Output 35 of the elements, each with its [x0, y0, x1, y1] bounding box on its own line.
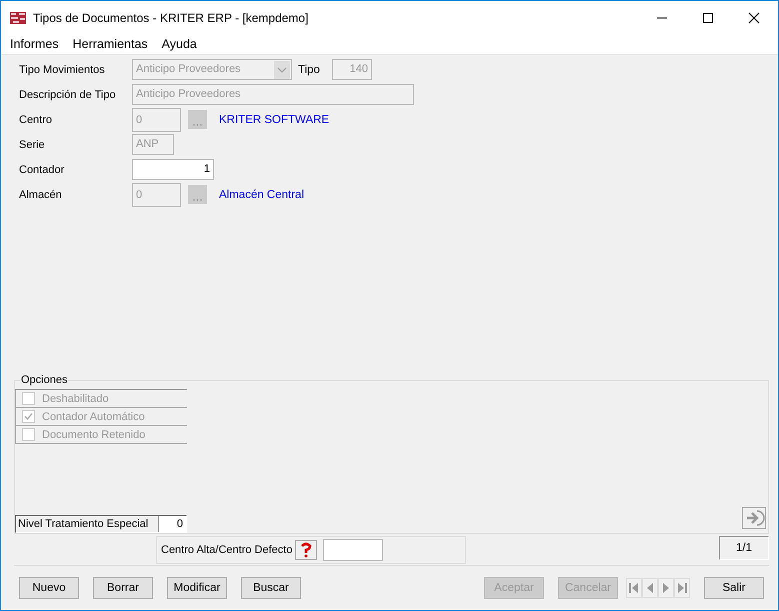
field-label: Tipo [298, 64, 320, 76]
field-label: Contador [19, 164, 66, 176]
last-record-icon[interactable] [674, 578, 690, 598]
field-label: Serie [19, 138, 46, 150]
first-record-icon[interactable] [626, 578, 642, 598]
checkbox-label: Contador Automático [42, 410, 145, 422]
action-button[interactable]: Borrar [93, 577, 153, 599]
field-label: Centro [19, 114, 54, 126]
group-title: Opciones [20, 374, 68, 386]
help-icon[interactable] [295, 540, 318, 560]
app-logo-icon [9, 10, 27, 26]
next-record-icon[interactable] [658, 578, 674, 598]
arrow-right-icon[interactable] [742, 507, 766, 529]
input-field[interactable]: 0 [158, 516, 186, 532]
menu-item[interactable]: Ayuda [162, 37, 197, 52]
close-icon[interactable] [748, 12, 760, 24]
action-button[interactable]: Modificar [167, 577, 227, 599]
field-label: Tipo Movimientos [19, 64, 106, 76]
window-title: Tipos de Documentos - KRITER ERP - [kempdemo] [33, 10, 310, 25]
input-field[interactable] [323, 539, 384, 561]
field-label: Nivel Tratamiento Especial [17, 517, 150, 532]
checkbox-label: Documento Retenido [42, 428, 146, 440]
field-label: Descripción de Tipo [19, 88, 117, 100]
previous-record-icon[interactable] [642, 578, 658, 598]
field-label: Centro Alta/Centro Defecto [161, 544, 292, 556]
checkbox-label: Deshabilitado [42, 392, 109, 404]
action-button[interactable]: Buscar [241, 577, 301, 599]
maximize-icon[interactable] [702, 12, 714, 24]
action-button[interactable]: Nuevo [19, 577, 79, 599]
field-label: Almacén [19, 188, 63, 200]
menu-item[interactable]: Herramientas [72, 37, 148, 52]
action-button[interactable]: Salir [704, 577, 764, 599]
record-counter: 1/1 [719, 536, 769, 560]
menu-item[interactable]: Informes [10, 37, 59, 52]
input-field[interactable]: 1 [132, 159, 214, 180]
